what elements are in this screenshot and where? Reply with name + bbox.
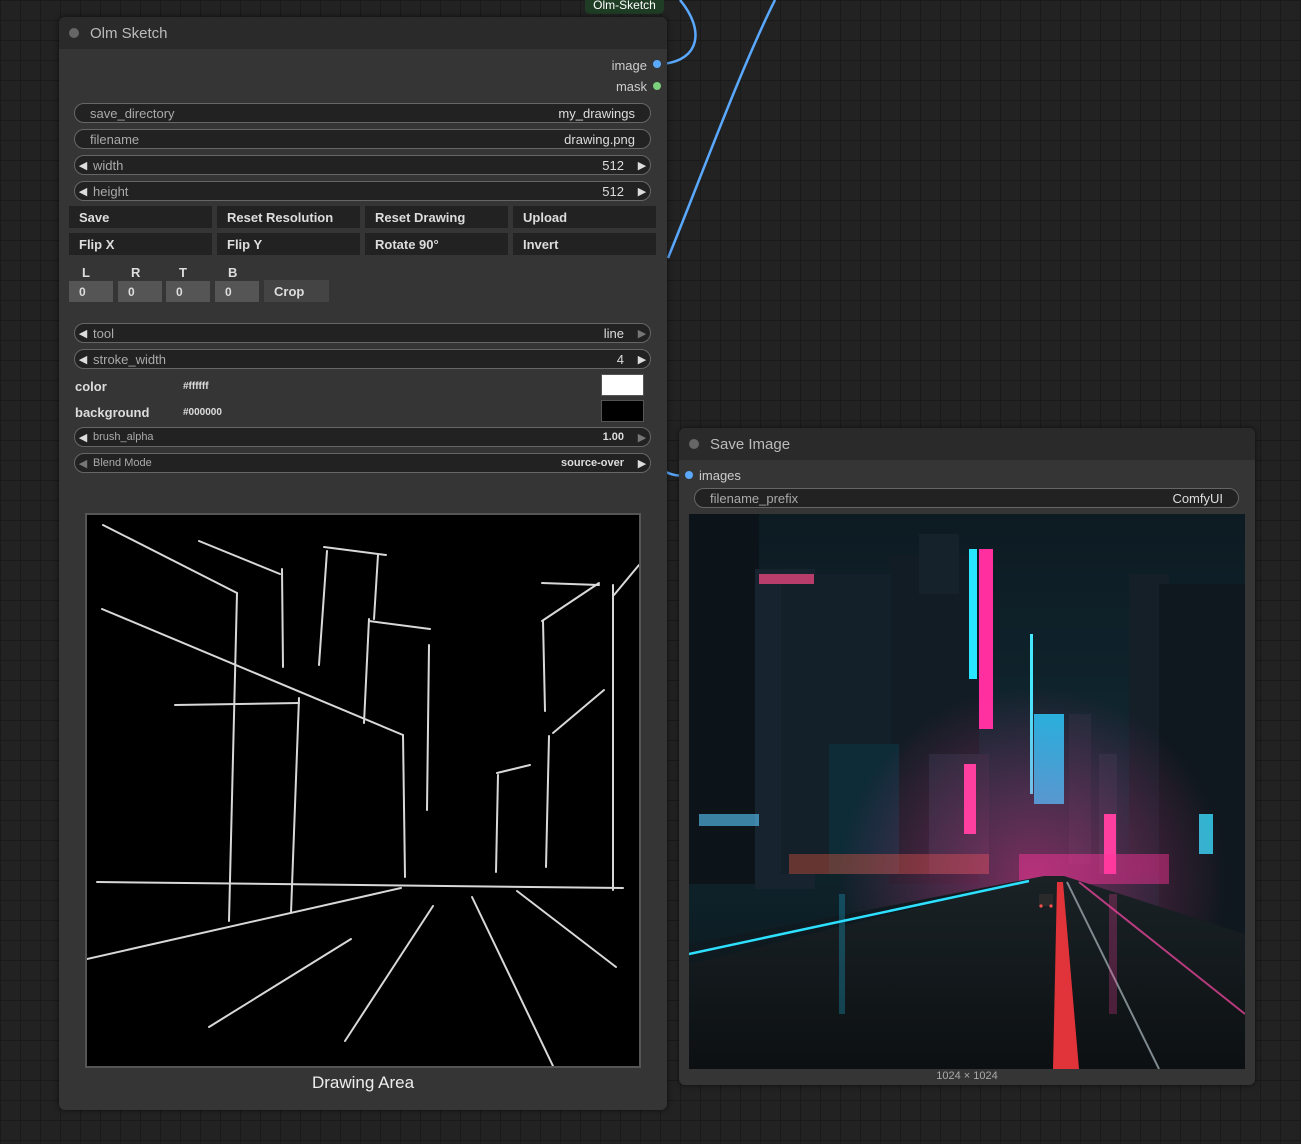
widget-name: tool [93,325,114,341]
widget-value: drawing.png [564,131,635,147]
background-label: background [75,405,150,420]
background-swatch[interactable] [601,400,644,422]
filename-prefix-field[interactable]: filename_prefix ComfyUI [694,488,1239,508]
crop-top-input[interactable]: 0 [166,281,210,302]
background-value: #000000 [183,407,222,418]
brush-alpha-slider[interactable]: ◀ brush_alpha 1.00 ▶ [74,427,651,447]
crop-left-input[interactable]: 0 [69,281,113,302]
widget-value: 512 [602,183,624,199]
node-title-bar[interactable]: Save Image [679,428,1255,460]
next-arrow-icon[interactable]: ▶ [634,457,650,470]
crop-right-input[interactable]: 0 [118,281,162,302]
widget-name: brush_alpha [93,431,154,443]
widget-name: filename_prefix [710,490,799,506]
node-title-bar[interactable]: Olm Sketch [59,17,667,49]
widget-name: Blend Mode [93,457,152,469]
collapse-dot-icon[interactable] [69,28,79,38]
rotate-90-button[interactable]: Rotate 90° [365,233,508,255]
drawing-canvas[interactable] [85,513,641,1068]
input-images-slot[interactable] [685,471,693,479]
output-image-slot[interactable] [653,60,661,68]
save-directory-field[interactable]: save_directory my_drawings [74,103,651,123]
flip-x-button[interactable]: Flip X [69,233,212,255]
input-images-label: images [699,468,741,483]
invert-button[interactable]: Invert [513,233,656,255]
reset-resolution-button[interactable]: Reset Resolution [217,206,360,228]
filename-field[interactable]: filename drawing.png [74,129,651,149]
decrement-arrow-icon[interactable]: ◀ [75,159,91,172]
node-title: Save Image [710,435,791,453]
upload-button[interactable]: Upload [513,206,656,228]
link-image-loop [662,0,697,66]
olm-sketch-node[interactable]: Olm Sketch image mask save_directory my_… [59,17,667,1110]
decrement-arrow-icon[interactable]: ◀ [75,185,91,198]
image-dimensions-label: 1024 × 1024 [936,1070,998,1082]
widget-value: my_drawings [558,105,635,121]
crop-button[interactable]: Crop [264,280,329,302]
flip-y-button[interactable]: Flip Y [217,233,360,255]
widget-value: 1.00 [602,431,624,443]
blend-mode-select[interactable]: ◀ Blend Mode source-over ▶ [74,453,651,473]
widget-name: save_directory [90,105,175,121]
color-value: #ffffff [183,381,209,392]
widget-name: stroke_width [93,351,166,367]
widget-name: filename [90,131,140,147]
sketch-lines [86,524,640,1067]
collapse-dot-icon[interactable] [689,439,699,449]
crop-right-label: R [131,265,141,280]
city-illustration [689,514,1245,1069]
save-button[interactable]: Save [69,206,212,228]
node-tag-olm-sketch[interactable]: Olm-Sketch [585,0,664,14]
widget-value: line [603,325,624,341]
color-label: color [75,379,107,394]
stroke-width-stepper[interactable]: ◀ stroke_width 4 ▶ [74,349,651,369]
decrement-arrow-icon[interactable]: ◀ [75,353,91,366]
crop-top-label: T [179,265,187,280]
crop-bottom-label: B [228,265,238,280]
color-swatch[interactable] [601,374,644,396]
crop-left-label: L [82,265,90,280]
output-image-preview[interactable] [689,514,1245,1069]
link-image-upstream [666,0,777,259]
decrement-arrow-icon[interactable]: ◀ [75,431,91,444]
tool-select[interactable]: ◀ tool line ▶ [74,323,651,343]
drawing-area-caption: Drawing Area [311,1073,415,1092]
widget-value: 4 [616,351,624,367]
node-tag-label: Olm-Sketch [593,0,656,12]
reset-drawing-button[interactable]: Reset Drawing [365,206,508,228]
height-stepper[interactable]: ◀ height 512 ▶ [74,181,651,201]
increment-arrow-icon[interactable]: ▶ [634,159,650,172]
save-image-node[interactable]: Save Image images filename_prefix ComfyU… [679,428,1255,1085]
widget-value: ComfyUI [1172,490,1223,506]
increment-arrow-icon[interactable]: ▶ [634,353,650,366]
widget-value: 512 [602,157,624,173]
crop-bottom-input[interactable]: 0 [215,281,259,302]
output-mask-slot[interactable] [653,82,661,90]
previous-arrow-icon[interactable]: ◀ [75,457,91,470]
increment-arrow-icon[interactable]: ▶ [634,185,650,198]
increment-arrow-icon[interactable]: ▶ [634,431,650,444]
widget-name: width [93,157,124,173]
width-stepper[interactable]: ◀ width 512 ▶ [74,155,651,175]
previous-arrow-icon[interactable]: ◀ [75,327,91,340]
widget-name: height [93,183,129,199]
next-arrow-icon[interactable]: ▶ [634,327,650,340]
widget-value: source-over [561,457,624,469]
output-mask-label: mask [615,79,647,94]
node-title: Olm Sketch [90,24,168,42]
output-image-label: image [611,58,647,73]
